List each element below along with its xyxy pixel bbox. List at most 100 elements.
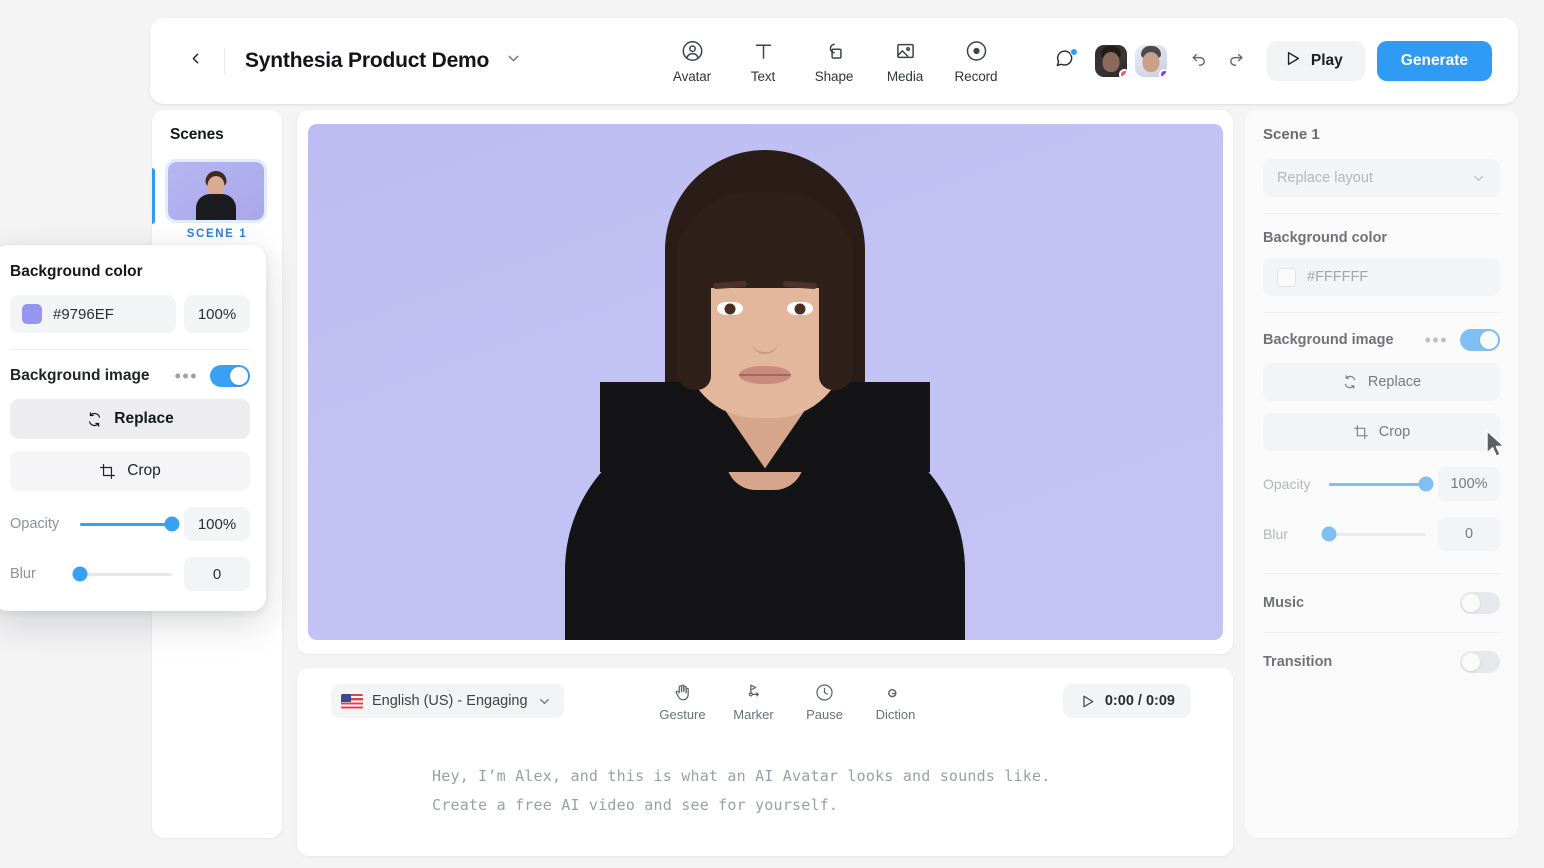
script-line: Hey, I’m Alex, and this is what an AI Av… [432,762,1173,791]
language-selector[interactable]: English (US) - Engaging [331,684,564,718]
generate-button[interactable]: Generate [1377,41,1492,81]
tool-marker[interactable]: Marker [718,680,789,722]
tool-shape[interactable]: Shape [799,34,870,88]
playback-time[interactable]: 0:00 / 0:09 [1063,684,1191,718]
avatar-face [1102,52,1119,72]
popover-background-color-label: Background color [10,263,250,281]
tool-diction-label: Diction [876,707,916,722]
tool-media[interactable]: Media [870,34,941,88]
blur-value[interactable]: 0 [1438,517,1500,551]
background-color-field[interactable]: #FFFFFF [1263,258,1500,296]
tool-pause-label: Pause [806,707,843,722]
popover-background-image-toggle[interactable] [210,365,250,387]
avatar-eye-left [717,302,743,315]
script-line: Create a free AI video and see for yours… [432,791,1173,820]
chevron-left-icon [187,50,204,72]
divider [1263,632,1500,633]
transition-label: Transition [1263,654,1332,670]
avatar-face [1142,52,1159,72]
more-horizontal-icon[interactable]: ••• [1425,335,1448,345]
crop-image-label: Crop [1379,424,1410,440]
popover-crop-label: Crop [127,462,161,480]
popover-blur-slider[interactable] [80,573,172,576]
divider [1263,573,1500,574]
avatar-eye-right [787,302,813,315]
crop-icon [1353,424,1369,440]
play-icon [1283,49,1302,73]
transition-toggle[interactable] [1460,651,1500,673]
history-controls [1181,43,1255,79]
back-button[interactable] [178,44,212,78]
background-color-label: Background color [1263,230,1500,246]
opacity-row: Opacity 100% [1263,467,1500,501]
background-image-row: Background image ••• [1263,329,1500,351]
blur-slider[interactable] [1329,533,1426,536]
insert-toolbar: Avatar Text Shape Media [657,34,1012,88]
replace-image-button[interactable]: Replace [1263,363,1500,401]
scene-list-item[interactable]: SCENE 1 [152,162,282,240]
popover-blur-value[interactable]: 0 [184,557,250,591]
background-image-toggle[interactable] [1460,329,1500,351]
video-stage[interactable] [308,124,1223,640]
popover-background-image-row: Background image ••• [10,365,250,387]
undo-button[interactable] [1181,43,1217,79]
project-menu-button[interactable] [505,50,522,72]
popover-opacity-value[interactable]: 100% [184,507,250,541]
popover-opacity-slider[interactable] [80,523,172,526]
popover-opacity-label: Opacity [10,516,68,532]
diction-icon [884,680,907,704]
music-row: Music [1263,592,1500,614]
replace-layout-select[interactable]: Replace layout [1263,159,1500,197]
tool-record-label: Record [955,69,998,84]
thumb-body [196,194,236,220]
tool-pause[interactable]: Pause [789,680,860,722]
popover-color-opacity[interactable]: 100% [184,295,250,333]
popover-crop-button[interactable]: Crop [10,451,250,491]
gesture-icon [672,680,693,704]
tool-media-label: Media [887,69,923,84]
play-button[interactable]: Play [1267,41,1365,81]
transition-row: Transition [1263,651,1500,673]
music-toggle[interactable] [1460,592,1500,614]
more-horizontal-icon[interactable]: ••• [175,371,198,381]
avatar[interactable] [1095,45,1127,77]
divider [1263,312,1500,313]
background-image-label: Background image [1263,332,1394,348]
replace-icon [1342,374,1358,390]
crop-icon [99,463,116,480]
tool-record[interactable]: Record [941,34,1012,88]
background-settings-popover: Background color #9796EF 100% Background… [0,245,266,611]
popover-color-field[interactable]: #9796EF [10,295,176,333]
header-bar: Synthesia Product Demo Avatar Text [150,18,1518,104]
tool-gesture[interactable]: Gesture [647,680,718,722]
tool-shape-label: Shape [815,69,854,84]
avatar[interactable] [1135,45,1167,77]
play-button-label: Play [1311,52,1343,70]
scene-thumbnail[interactable] [168,162,264,220]
opacity-value[interactable]: 100% [1438,467,1500,501]
app-root: Synthesia Product Demo Avatar Text [0,0,1544,868]
media-icon [893,38,917,64]
avatar-icon [680,38,704,64]
avatar-lip-line [739,374,791,376]
crop-image-button[interactable]: Crop [1263,413,1500,451]
redo-button[interactable] [1219,43,1255,79]
status-badge [1119,69,1127,77]
popover-replace-button[interactable]: Replace [10,399,250,439]
page-title: Synthesia Product Demo [245,49,489,73]
us-flag-icon [341,694,363,709]
replace-image-label: Replace [1368,374,1421,390]
color-swatch[interactable] [1277,268,1296,287]
status-badge [1159,69,1167,77]
properties-panel: Scene 1 Replace layout Background color … [1245,110,1518,838]
script-editor[interactable]: Hey, I’m Alex, and this is what an AI Av… [297,734,1233,820]
color-swatch[interactable] [22,304,42,324]
text-icon [751,38,775,64]
canvas-panel [297,110,1233,654]
chevron-down-icon [505,50,522,72]
tool-diction[interactable]: Diction [860,680,931,722]
comments-button[interactable] [1047,43,1083,79]
tool-avatar[interactable]: Avatar [657,34,728,88]
opacity-slider[interactable] [1329,483,1426,486]
tool-text[interactable]: Text [728,34,799,88]
